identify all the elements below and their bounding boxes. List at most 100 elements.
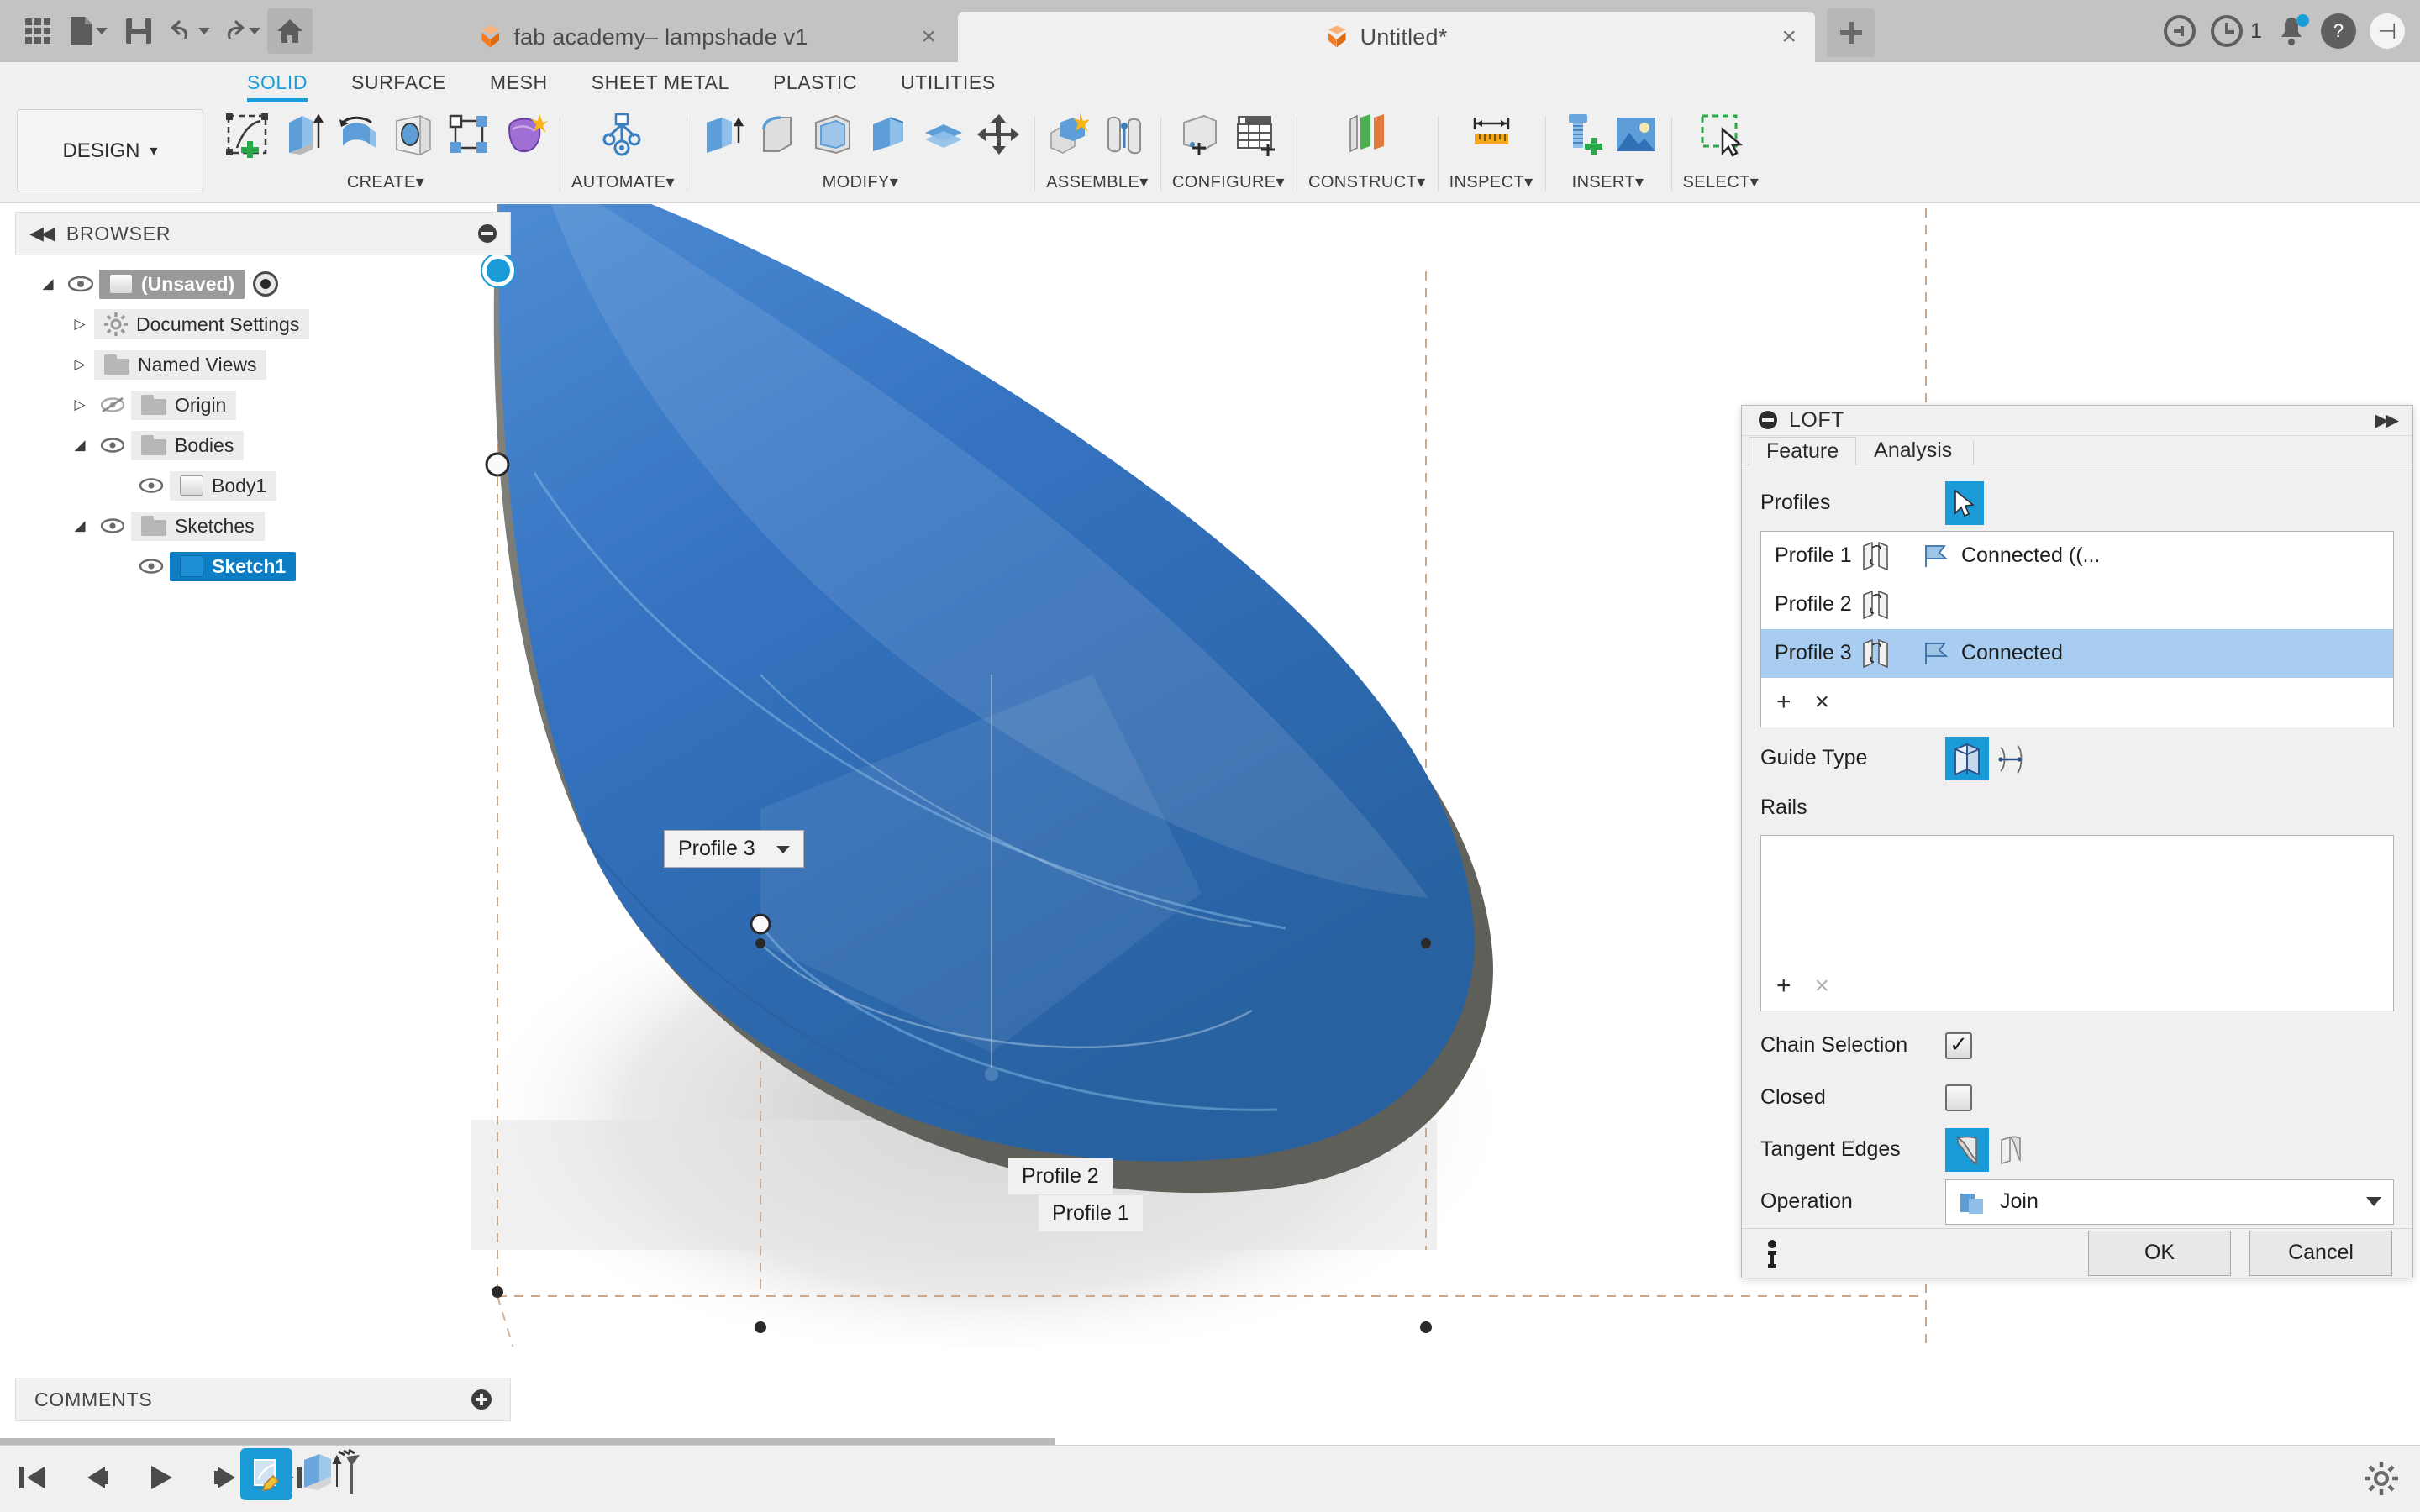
panel-label-modify[interactable]: MODIFY (823, 173, 890, 192)
select-window-icon[interactable] (1697, 111, 1744, 158)
new-tab-button[interactable] (1827, 8, 1876, 57)
workspace-selector[interactable]: DESIGN ▾ (17, 109, 203, 192)
ribbon-tab-sheet-metal[interactable]: SHEET METAL (570, 62, 751, 102)
operation-select[interactable]: Join (1945, 1179, 2394, 1225)
chevron-down-icon[interactable] (2366, 1197, 2381, 1207)
move-copy-icon[interactable] (976, 111, 1023, 158)
profile-plane-icon[interactable] (1859, 588, 1923, 622)
panel-label-insert[interactable]: INSERT (1572, 173, 1635, 192)
minimize-icon[interactable] (478, 224, 497, 243)
press-pull-icon[interactable] (698, 111, 745, 158)
tree-item-sketches[interactable]: ◢ Sketches (15, 506, 511, 546)
expand-twisty-icon[interactable]: ▷ (66, 316, 94, 333)
offset-face-icon[interactable] (920, 111, 967, 158)
play-icon[interactable] (141, 1458, 180, 1497)
ribbon-tab-solid[interactable]: SOLID (225, 62, 329, 102)
go-to-beginning-icon[interactable] (13, 1458, 52, 1497)
collapse-dialog-icon[interactable] (1759, 411, 1777, 430)
chevron-down-icon[interactable] (776, 845, 790, 853)
loft-icon[interactable] (445, 111, 492, 158)
profile-plane-icon[interactable] (1859, 637, 1923, 670)
visibility-hidden-eye-icon[interactable] (94, 396, 131, 413)
ok-button[interactable]: OK (2088, 1230, 2231, 1276)
document-tab-1[interactable]: Untitled* × (958, 12, 1815, 62)
help-icon[interactable]: ? (2321, 13, 2356, 49)
visibility-eye-icon[interactable] (94, 517, 131, 534)
tree-item-origin[interactable]: ▷ Origin (15, 385, 511, 425)
tree-item-sketch1-label[interactable]: Sketch1 (170, 551, 297, 581)
configuration-table-icon[interactable] (1233, 111, 1280, 158)
profile-row-1[interactable]: Profile 1 Connected ((... (1761, 532, 2393, 580)
notifications-bell-icon[interactable] (2275, 14, 2309, 48)
configuration-icon[interactable] (1177, 111, 1224, 158)
expand-twisty-icon[interactable]: ◢ (66, 517, 94, 534)
expand-twisty-icon[interactable]: ▷ (66, 356, 94, 373)
extrude-icon[interactable] (279, 111, 326, 158)
insert-mcmaster-icon[interactable] (1557, 111, 1604, 158)
tree-item-unsaved[interactable]: ◢ (Unsaved) (15, 264, 511, 304)
sweep-icon[interactable] (390, 111, 437, 158)
visibility-eye-icon[interactable] (62, 276, 99, 292)
new-component-icon[interactable] (1046, 111, 1093, 158)
new-document-icon[interactable] (66, 8, 111, 54)
tree-item-bodies[interactable]: ◢ Bodies (15, 425, 511, 465)
extrude-feature-icon[interactable] (299, 1448, 361, 1504)
automated-modeling-icon[interactable] (599, 111, 646, 158)
visibility-eye-icon[interactable] (133, 477, 170, 494)
chain-selection-checkbox[interactable]: ✓ (1945, 1032, 1972, 1059)
undo-icon[interactable] (166, 8, 212, 54)
tab-feature[interactable]: Feature (1749, 436, 1857, 465)
expand-dialog-icon[interactable]: ▶▶ (2375, 410, 2399, 431)
profile-tag-3[interactable]: Profile 3 (664, 830, 804, 868)
tree-item-named-views-label[interactable]: Named Views (94, 349, 267, 380)
profile-row-2[interactable]: Profile 2 (1761, 580, 2393, 629)
extensions-icon[interactable] (2163, 14, 2196, 48)
apps-grid-icon[interactable] (15, 8, 60, 54)
document-tab-0[interactable]: fab academy– lampshade v1 × (333, 12, 955, 62)
panel-label-create[interactable]: CREATE (347, 173, 416, 192)
panel-label-construct[interactable]: CONSTRUCT (1308, 173, 1417, 192)
tangent-edges-keep-button[interactable] (1989, 1128, 2033, 1172)
draft-icon[interactable] (865, 111, 912, 158)
add-rail-button[interactable]: + (1776, 972, 1791, 1000)
tree-item-body1-label[interactable]: Body1 (170, 470, 277, 501)
tab-analysis[interactable]: Analysis (1856, 436, 1970, 465)
profile-tag-1[interactable]: Profile 1 (1039, 1195, 1143, 1231)
expand-twisty-icon[interactable]: ◢ (34, 276, 62, 292)
collapse-panel-icon[interactable]: ◀◀ (29, 223, 55, 244)
panel-label-configure[interactable]: CONFIGURE (1172, 173, 1276, 192)
tree-item-origin-label[interactable]: Origin (131, 390, 237, 420)
loft-dialog-titlebar[interactable]: LOFT ▶▶ (1742, 406, 2412, 436)
tree-item-sketch1[interactable]: Sketch1 (15, 546, 511, 586)
redo-icon[interactable] (217, 8, 262, 54)
remove-profile-button[interactable]: × (1815, 688, 1830, 717)
settings-gear-icon[interactable] (2365, 1462, 2398, 1495)
panel-label-automate[interactable]: AUTOMATE (571, 173, 666, 192)
profile-plane-icon[interactable] (1859, 539, 1923, 573)
step-back-icon[interactable] (77, 1458, 116, 1497)
guide-type-rails-button[interactable] (1945, 736, 1989, 780)
tree-item-document-settings[interactable]: ▷ Document Settings (15, 304, 511, 344)
tree-item-bodies-label[interactable]: Bodies (131, 430, 245, 460)
info-icon[interactable] (1762, 1239, 1782, 1268)
create-sketch-icon[interactable] (224, 111, 271, 158)
panel-label-select[interactable]: SELECT (1683, 173, 1750, 192)
revolve-icon[interactable] (334, 111, 381, 158)
job-status-icon[interactable]: 1 (2210, 14, 2262, 48)
ribbon-tab-plastic[interactable]: PLASTIC (751, 62, 879, 102)
add-profile-button[interactable]: + (1776, 688, 1791, 717)
profile-row-1-continuity[interactable]: Connected ((... (1923, 543, 2100, 569)
ribbon-tab-utilities[interactable]: UTILITIES (879, 62, 1018, 102)
sketch1-feature-icon[interactable] (240, 1448, 292, 1500)
step-forward-icon[interactable] (205, 1458, 244, 1497)
joint-icon[interactable] (1102, 111, 1149, 158)
home-icon[interactable] (267, 8, 313, 54)
expand-twisty-icon[interactable]: ◢ (66, 437, 94, 454)
closed-checkbox[interactable] (1945, 1084, 1972, 1111)
activate-component-radio[interactable] (253, 271, 279, 297)
select-profiles-button[interactable] (1945, 480, 1984, 525)
profile-tag-2[interactable]: Profile 2 (1008, 1158, 1113, 1194)
panel-label-assemble[interactable]: ASSEMBLE (1046, 173, 1139, 192)
profiles-list[interactable]: Profile 1 Connected ((... Profile 2 Prof… (1760, 530, 2394, 727)
save-icon[interactable] (116, 8, 161, 54)
